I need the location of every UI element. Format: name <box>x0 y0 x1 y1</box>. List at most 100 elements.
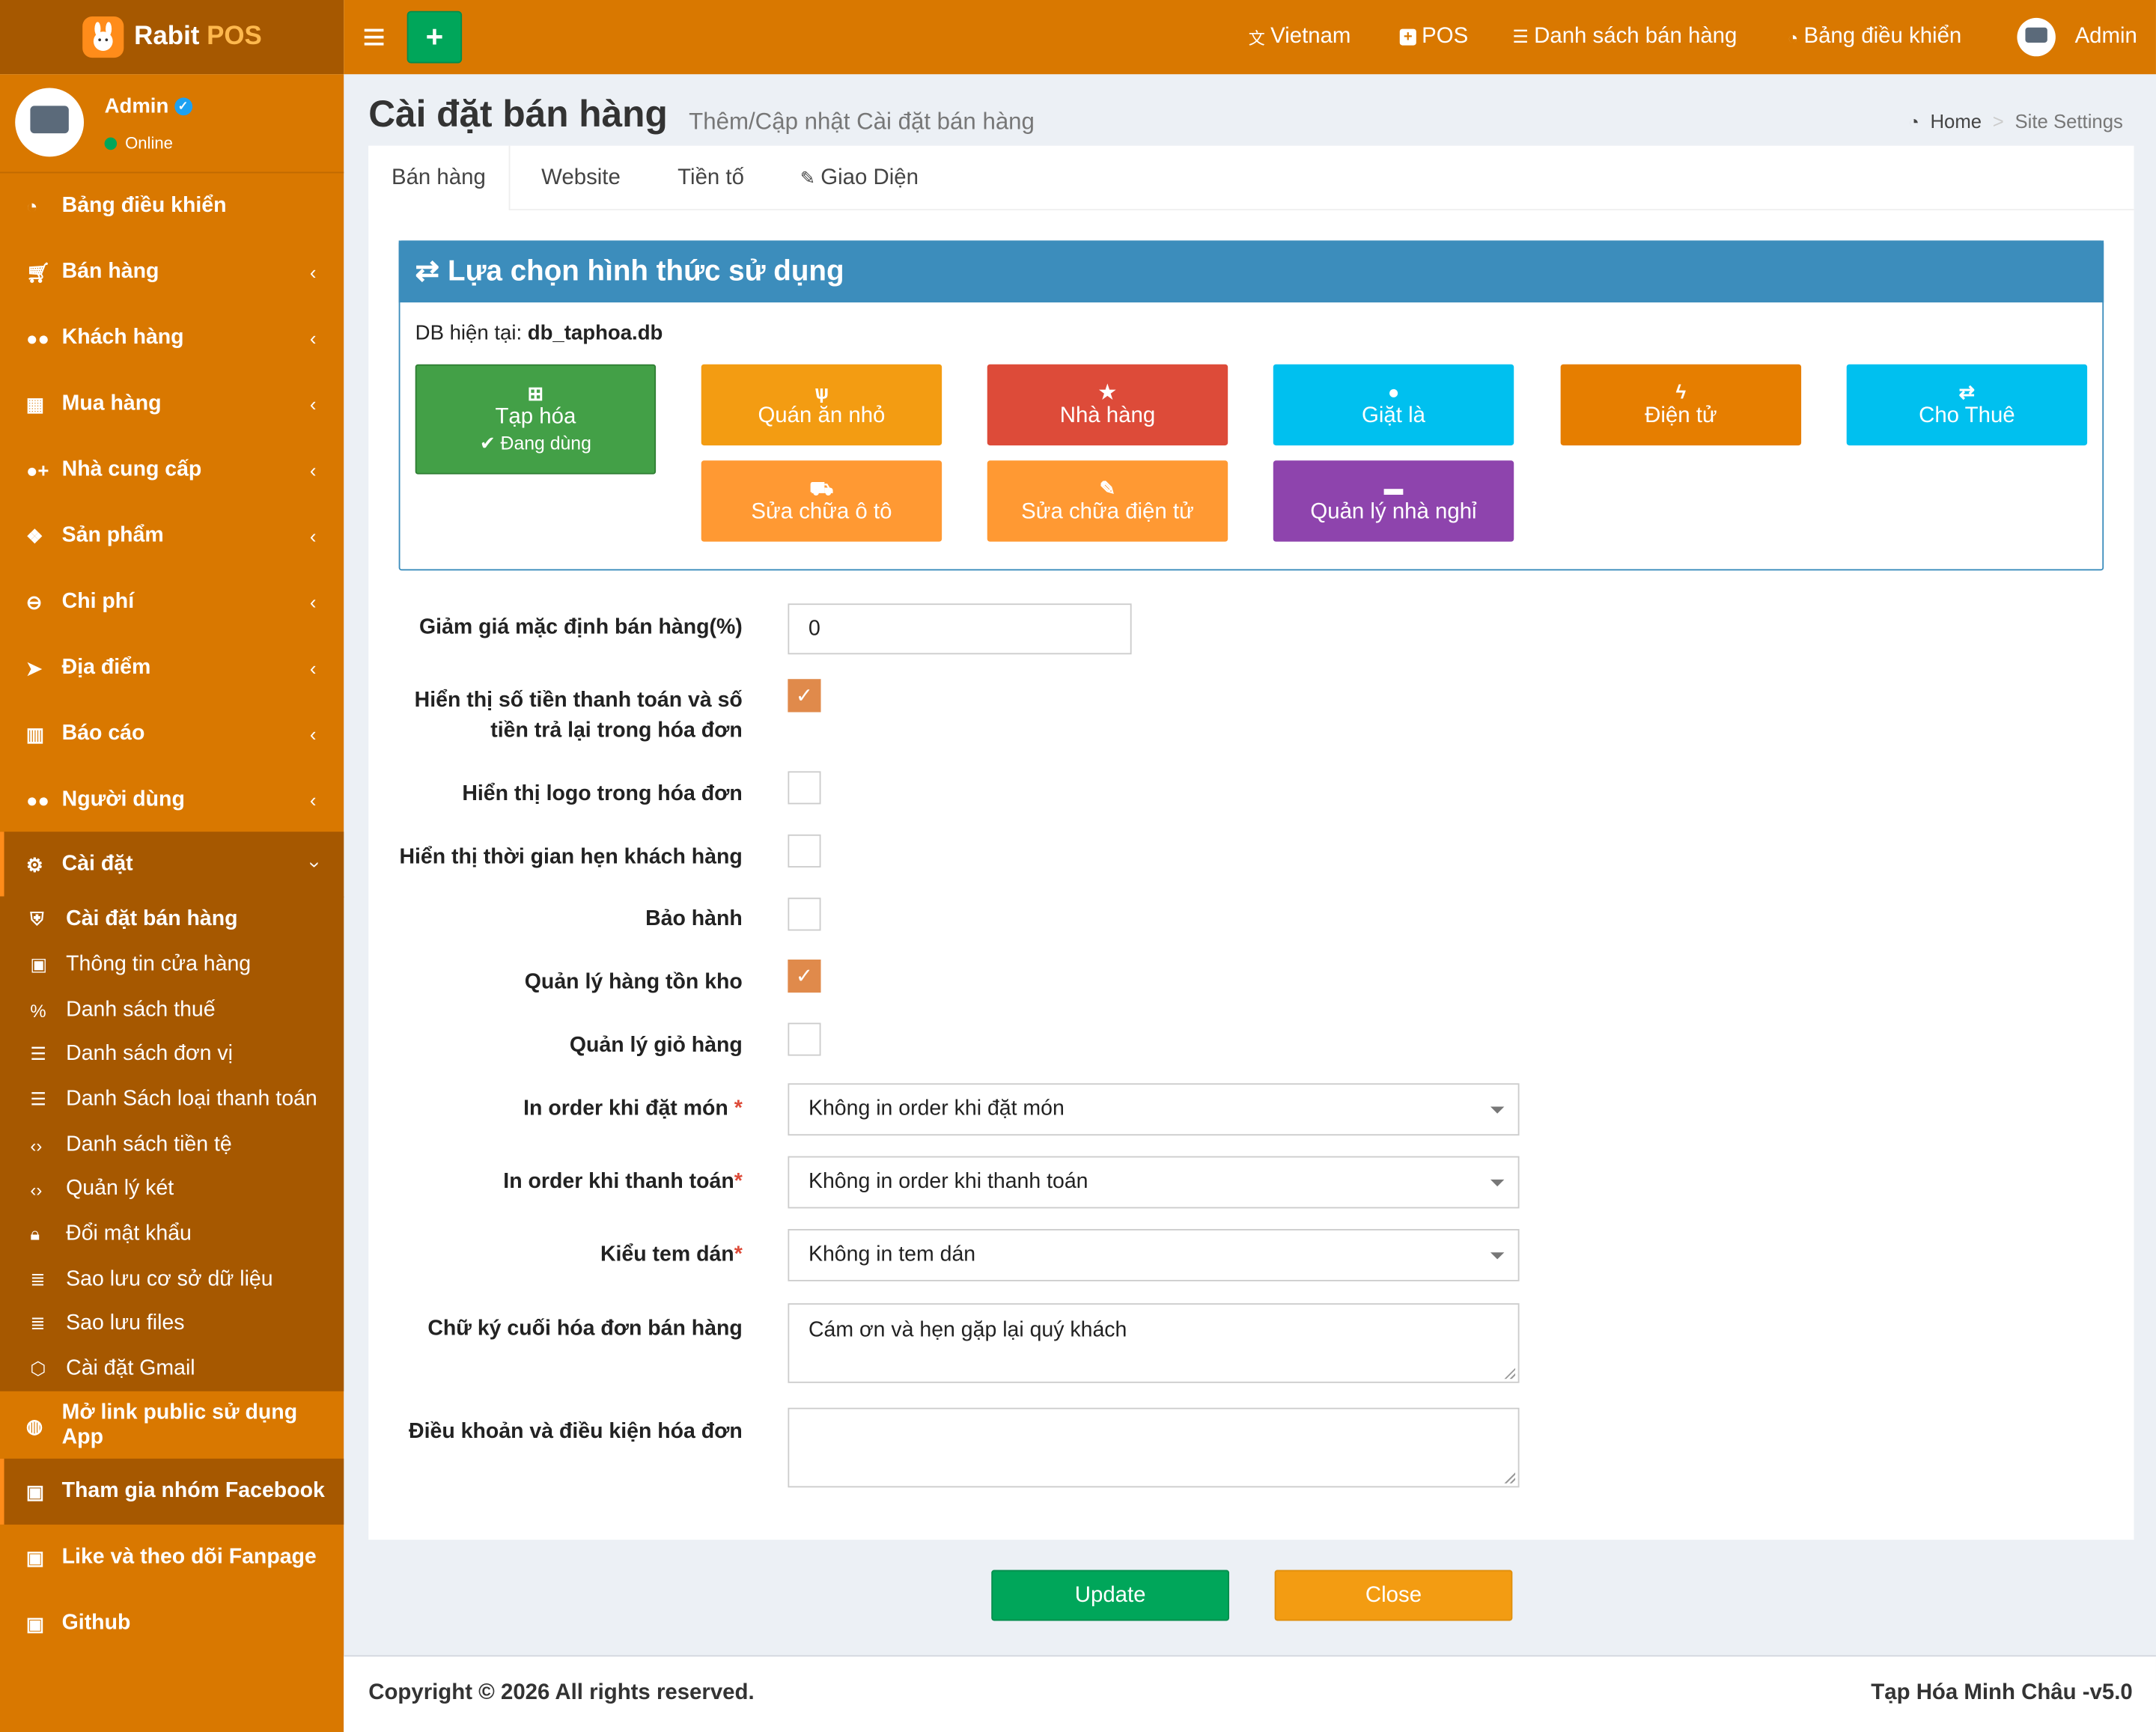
type-laundry-button[interactable]: ● Giặt là <box>1273 364 1514 446</box>
print-payment-select[interactable]: Không in order khi thanh toán <box>788 1156 1520 1209</box>
tab-sales[interactable]: Bán hàng <box>368 145 511 211</box>
cart-checkbox[interactable] <box>788 1022 821 1056</box>
grid-icon: ▦ <box>25 392 45 415</box>
type-small-eatery-button[interactable]: ѱ Quán ăn nhỏ <box>701 364 943 446</box>
rabbit-logo-icon <box>82 16 124 58</box>
type-rental-button[interactable]: ⇄ Cho Thuê <box>1846 364 2088 446</box>
sidebar-item-public-link[interactable]: ◍ Mở link public sử dụng App <box>0 1393 344 1459</box>
update-button[interactable]: Update <box>991 1570 1230 1621</box>
discount-input[interactable]: 0 <box>788 603 1132 655</box>
sidebar-item-dashboard[interactable]: ◔ Bảng điều khiển <box>0 173 344 239</box>
submenu-taxes[interactable]: % Danh sách thuế <box>0 989 344 1033</box>
sidebar-item-users[interactable]: ●● Người dùng ‹ <box>0 767 344 833</box>
database-icon: ≣ <box>30 1313 46 1334</box>
submenu-payment-types[interactable]: ☰ Danh Sách loại thanh toán <box>0 1078 344 1122</box>
show-logo-label: Hiển thị logo trong hóa đơn <box>462 782 743 806</box>
type-electronics-button[interactable]: ϟ Điện tử <box>1560 364 1802 446</box>
resize-grip-icon[interactable] <box>1504 1472 1516 1484</box>
cart-icon: 🛒︎ <box>25 260 51 283</box>
dashboard-icon: ◔ <box>25 195 38 218</box>
sidebar-item-suppliers[interactable]: ●+ Nhà cung cấp ‹ <box>0 437 344 503</box>
bed-icon: ▬ <box>1383 476 1404 498</box>
sidebar-item-reports[interactable]: ▥ Báo cáo ‹ <box>0 701 344 767</box>
sticker-label: Kiểu tem dán* <box>600 1242 743 1266</box>
sidebar-item-customers[interactable]: ●● Khách hàng ‹ <box>0 305 344 371</box>
submenu-db-backup[interactable]: ≣ Sao lưu cơ sở dữ liệu <box>0 1258 344 1302</box>
tab-theme[interactable]: ✎ Giao Diện <box>784 146 935 210</box>
tab-website[interactable]: Website <box>516 146 646 210</box>
add-button[interactable]: + <box>406 10 463 64</box>
avatar <box>2017 17 2056 57</box>
users-icon: ●● <box>25 327 49 350</box>
cubes-icon: ❖ <box>25 524 43 547</box>
sidebar-item-github[interactable]: ▣ Github <box>0 1591 344 1656</box>
lock-icon: 🔒︎ <box>30 1223 40 1245</box>
submenu-units[interactable]: ☰ Danh sách đơn vị <box>0 1032 344 1076</box>
submenu-file-backup[interactable]: ≣ Sao lưu files <box>0 1302 344 1346</box>
submenu-currencies[interactable]: ‹› Danh sách tiền tệ <box>0 1123 344 1168</box>
star-icon: ★ <box>1098 379 1116 403</box>
dashboard-icon: ◔ <box>1908 110 1919 132</box>
chevron-left-icon: ‹ <box>309 393 317 415</box>
terms-textarea[interactable] <box>788 1407 1520 1488</box>
briefcase-icon: ▣ <box>30 954 47 975</box>
menu-toggle-icon[interactable] <box>363 25 388 49</box>
show-paid-checkbox[interactable]: ✓ <box>788 679 821 713</box>
submenu-gmail-settings[interactable]: ⬡ Cài đặt Gmail <box>0 1347 344 1391</box>
current-db: DB hiện tại: db_taphoa.db <box>415 321 663 346</box>
exchange-icon: ⇄ <box>415 255 440 287</box>
type-guesthouse-button[interactable]: ▬ Quản lý nhà nghỉ <box>1273 460 1514 542</box>
pos-link[interactable]: + POS <box>1399 23 1468 51</box>
chevron-left-icon: ‹ <box>309 789 317 811</box>
type-electronics-repair-button[interactable]: ✎ Sửa chữa điện tử <box>987 460 1228 542</box>
submenu-store-info[interactable]: ▣ Thông tin cửa hàng <box>0 943 344 987</box>
briefcase-icon: ▣ <box>25 1480 45 1502</box>
type-grocery-button[interactable]: ⊞ Tạp hóa ✔ Đang dùng <box>415 364 657 475</box>
type-restaurant-button[interactable]: ★ Nhà hàng <box>987 364 1228 446</box>
warranty-checkbox[interactable] <box>788 897 821 931</box>
sidebar-item-products[interactable]: ❖ Sản phẩm ‹ <box>0 503 344 569</box>
page-title: Cài đặt bán hàng <box>368 93 668 135</box>
signature-textarea[interactable]: Cám ơn và hẹn gặp lại quý khách <box>788 1303 1520 1383</box>
sidebar-item-sales[interactable]: 🛒︎ Bán hàng ‹ <box>0 240 344 305</box>
plus-square-icon: + <box>1399 28 1416 46</box>
in-use-badge: ✔ Đang dùng <box>479 433 591 454</box>
sidebar-item-locations[interactable]: ➤ Địa điểm ‹ <box>0 635 344 701</box>
minus-circle-icon: ⊖ <box>25 590 43 613</box>
user-menu[interactable]: Admin <box>2017 17 2137 57</box>
sales-list-link[interactable]: ☰ Danh sách bán hàng <box>1512 23 1737 51</box>
breadcrumb-home[interactable]: Home <box>1930 110 1982 132</box>
sidebar-item-expenses[interactable]: ⊖ Chi phí ‹ <box>0 569 344 635</box>
sticker-select[interactable]: Không in tem dán <box>788 1229 1520 1281</box>
inventory-checkbox[interactable]: ✓ <box>788 960 821 993</box>
language-menu[interactable]: 文 Vietnam <box>1249 23 1351 51</box>
online-dot-icon <box>104 136 118 150</box>
print-order-select[interactable]: Không in order khi đặt món <box>788 1083 1520 1136</box>
dashboard-link[interactable]: ◔ Bảng điều khiển <box>1788 23 1962 51</box>
submenu-sales-settings[interactable]: ⛨ Cài đặt bán hàng <box>0 897 344 942</box>
chevron-left-icon: ‹ <box>309 656 317 680</box>
user-plus-icon: ●+ <box>25 459 49 481</box>
submenu-cash-drawer[interactable]: ‹› Quản lý két <box>0 1167 344 1211</box>
resize-grip-icon[interactable] <box>1504 1367 1516 1379</box>
caret-down-icon <box>1490 1106 1505 1114</box>
submenu-change-password[interactable]: 🔒︎ Đổi mật khẩu <box>0 1213 344 1257</box>
tab-prefix[interactable]: Tiền tố <box>653 146 768 210</box>
show-appointment-checkbox[interactable] <box>788 834 821 867</box>
database-icon: ≣ <box>30 1269 46 1290</box>
close-button[interactable]: Close <box>1274 1570 1513 1621</box>
sidebar-item-purchases[interactable]: ▦ Mua hàng ‹ <box>0 371 344 437</box>
copyright-text: Copyright © 2026 All rights reserved. <box>368 1681 755 1705</box>
check-icon: ✓ <box>795 965 814 989</box>
brush-icon: ✎ <box>800 167 815 188</box>
bolt-icon: ϟ <box>1675 379 1687 403</box>
type-car-repair-button[interactable]: ⛟ Sửa chữa ô tô <box>701 460 943 542</box>
briefcase-icon: ▣ <box>25 1546 45 1568</box>
check-icon: ✓ <box>795 684 814 708</box>
show-logo-checkbox[interactable] <box>788 771 821 805</box>
inventory-label: Quản lý hàng tồn kho <box>524 970 743 994</box>
sidebar-item-settings[interactable]: ⚙ Cài đặt ‹ <box>0 832 344 898</box>
sidebar-item-facebook-group[interactable]: ▣ Tham gia nhóm Facebook <box>0 1458 344 1525</box>
sidebar-item-fanpage[interactable]: ▣ Like và theo dõi Fanpage <box>0 1525 344 1591</box>
app-logo[interactable]: Rabit POS <box>0 0 344 75</box>
